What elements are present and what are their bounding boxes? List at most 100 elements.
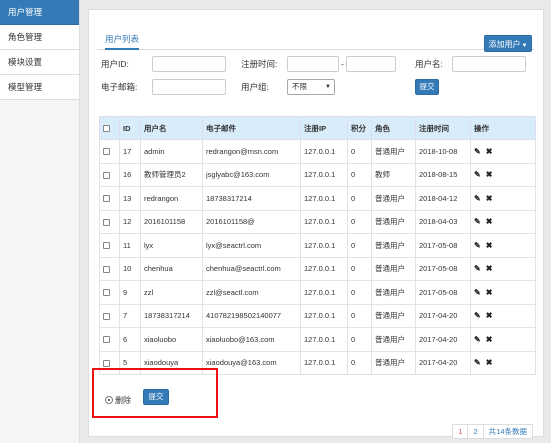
sidebar-item-models[interactable]: 模型管理: [0, 75, 79, 100]
reg-time-from-input[interactable]: [287, 56, 339, 72]
row-checkbox[interactable]: [103, 289, 110, 297]
row-checkbox[interactable]: [103, 195, 110, 203]
row-select-cell: [99, 139, 120, 164]
cell-username: 教师管理员2: [140, 162, 203, 187]
edit-icon[interactable]: ✎: [474, 241, 481, 250]
edit-icon[interactable]: ✎: [474, 335, 481, 344]
row-actions-cell: ✎ ✖: [470, 280, 536, 305]
delete-icon[interactable]: ✖: [486, 194, 493, 203]
delete-icon[interactable]: ✖: [486, 335, 493, 344]
row-checkbox[interactable]: [103, 312, 110, 320]
cell-email: chenhua@seactrl.com: [202, 256, 301, 281]
select-all-checkbox[interactable]: [103, 125, 110, 133]
cell-email: xiaoluobo@163.com: [202, 327, 301, 352]
edit-icon[interactable]: ✎: [474, 194, 481, 203]
cell-id: 11: [119, 233, 141, 258]
cell-id: 7: [119, 303, 141, 328]
users-table: ID 用户名 电子邮件 注册IP 积分 角色 注册时间 操作 17 admin re…: [99, 116, 536, 375]
select-arrow-icon: ▼: [325, 84, 331, 90]
row-checkbox[interactable]: [103, 359, 110, 367]
sidebar-item-modules[interactable]: 模块设置: [0, 50, 79, 75]
cell-email: lyx@seactrl.com: [202, 233, 301, 258]
edit-icon[interactable]: ✎: [474, 147, 481, 156]
cell-date: 2017-05-08: [415, 256, 471, 281]
row-actions-cell: ✎ ✖: [470, 233, 536, 258]
cell-date: 2017-04-20: [415, 303, 471, 328]
tab-user-list[interactable]: 用户列表: [105, 28, 140, 50]
username-input[interactable]: [452, 56, 526, 72]
sidebar-item-roles[interactable]: 角色管理: [0, 25, 79, 50]
row-select-cell: [99, 280, 120, 305]
cell-role: 普通用户: [371, 209, 416, 234]
col-points: 积分: [347, 116, 372, 140]
cell-username: zzl: [140, 280, 203, 305]
row-actions-cell: ✎ ✖: [470, 139, 536, 164]
cell-date: 2017-05-08: [415, 233, 471, 258]
cell-date: 2017-04-20: [415, 350, 471, 375]
delete-icon[interactable]: ✖: [486, 170, 493, 179]
group-select[interactable]: 不限 ▼: [287, 79, 335, 95]
cell-username: 18738317214: [140, 303, 203, 328]
delete-icon[interactable]: ✖: [486, 217, 493, 226]
cell-role: 教师: [371, 162, 416, 187]
row-checkbox[interactable]: [103, 336, 110, 344]
reg-time-to-input[interactable]: [346, 56, 396, 72]
table-row: 13 redrangon 18738317214 127.0.0.1 0 普通用户 2018…: [99, 186, 536, 211]
page-1-link[interactable]: 1: [452, 424, 469, 439]
table-row: 11 lyx lyx@seactrl.com 127.0.0.1 0 普通用户 2017-0…: [99, 233, 536, 258]
cell-role: 普通用户: [371, 256, 416, 281]
row-checkbox[interactable]: [103, 171, 110, 179]
cell-username: 2016101158: [140, 209, 203, 234]
col-role: 角色: [371, 116, 416, 140]
edit-icon[interactable]: ✎: [474, 217, 481, 226]
cell-id: 12: [119, 209, 141, 234]
row-checkbox[interactable]: [103, 148, 110, 156]
page-2-link[interactable]: 2: [467, 424, 484, 439]
row-actions-cell: ✎ ✖: [470, 186, 536, 211]
row-select-cell: [99, 162, 120, 187]
delete-icon[interactable]: ✖: [486, 358, 493, 367]
add-user-button[interactable]: 添加用户▼: [484, 35, 532, 52]
user-id-input[interactable]: [152, 56, 226, 72]
email-label: 电子邮箱:: [101, 82, 138, 92]
delete-icon[interactable]: ✖: [486, 311, 493, 320]
delete-icon[interactable]: ✖: [486, 147, 493, 156]
cell-email: 18738317214: [202, 186, 301, 211]
email-input[interactable]: [152, 79, 226, 95]
delete-icon[interactable]: ✖: [486, 288, 493, 297]
cell-date: 2017-04-20: [415, 327, 471, 352]
cell-username: redrangon: [140, 186, 203, 211]
highlight-box: [92, 368, 218, 418]
row-checkbox[interactable]: [103, 218, 110, 226]
cell-date: 2018-04-03: [415, 209, 471, 234]
cell-points: 0: [347, 280, 372, 305]
cell-id: 13: [119, 186, 141, 211]
cell-date: 2018-04-12: [415, 186, 471, 211]
edit-icon[interactable]: ✎: [474, 288, 481, 297]
table-row: 7 18738317214 410782198502140077 127.0.0.1 0…: [99, 303, 536, 328]
edit-icon[interactable]: ✎: [474, 264, 481, 273]
cell-id: 16: [119, 162, 141, 187]
cell-ip: 127.0.0.1: [300, 186, 348, 211]
table-row: 10 chenhua chenhua@seactrl.com 127.0.0.1 0 普通…: [99, 256, 536, 281]
edit-icon[interactable]: ✎: [474, 311, 481, 320]
cell-username: xiaoluobo: [140, 327, 203, 352]
cell-role: 普通用户: [371, 280, 416, 305]
edit-icon[interactable]: ✎: [474, 170, 481, 179]
cell-ip: 127.0.0.1: [300, 209, 348, 234]
cell-username: admin: [140, 139, 203, 164]
cell-id: 9: [119, 280, 141, 305]
cell-username: lyx: [140, 233, 203, 258]
username-label: 用户名:: [415, 59, 443, 69]
sidebar-item-users[interactable]: 用户管理: [0, 0, 79, 25]
cell-role: 普通用户: [371, 139, 416, 164]
delete-icon[interactable]: ✖: [486, 264, 493, 273]
row-checkbox[interactable]: [103, 242, 110, 250]
cell-points: 0: [347, 303, 372, 328]
row-select-cell: [99, 327, 120, 352]
row-checkbox[interactable]: [103, 265, 110, 273]
filter-submit-button[interactable]: 提交: [415, 79, 439, 95]
table-row: 6 xiaoluobo xiaoluobo@163.com 127.0.0.1 0 普通用…: [99, 327, 536, 352]
delete-icon[interactable]: ✖: [486, 241, 493, 250]
edit-icon[interactable]: ✎: [474, 358, 481, 367]
